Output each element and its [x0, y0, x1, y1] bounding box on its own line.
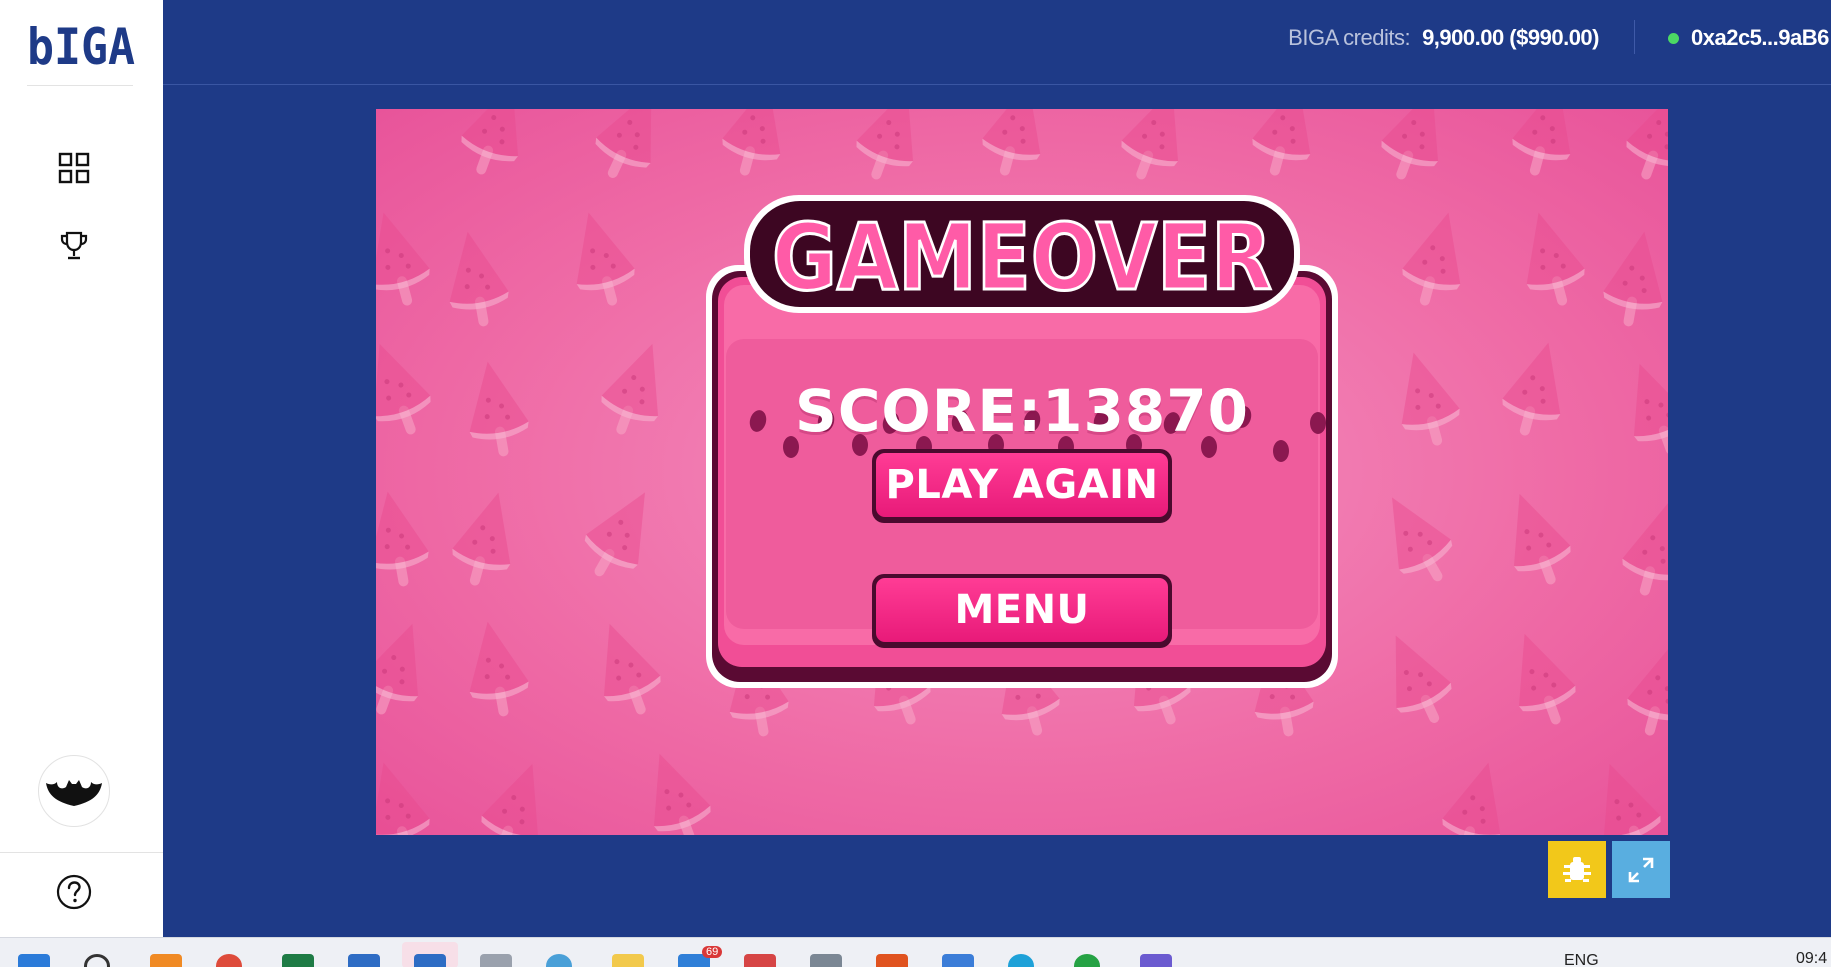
browser-icon[interactable]	[216, 954, 242, 967]
globe-icon[interactable]	[546, 954, 572, 967]
report-bug-button[interactable]	[1548, 841, 1606, 898]
os-taskbar: 69 ENG 09:4	[0, 937, 1831, 967]
fullscreen-button[interactable]	[1612, 841, 1670, 898]
play-again-button[interactable]: PLAY AGAIN	[872, 449, 1172, 523]
menu-label: MENU	[954, 587, 1090, 633]
bat-avatar-icon	[46, 780, 102, 806]
calendar-icon[interactable]	[744, 954, 776, 967]
outlook-icon[interactable]	[414, 954, 446, 967]
mail-badge: 69	[702, 946, 723, 958]
wallet-address: 0xa2c5...9aB6	[1691, 25, 1829, 50]
sidebar-item-leaderboard[interactable]	[56, 228, 92, 264]
app-icon[interactable]	[876, 954, 908, 967]
help-icon[interactable]	[56, 874, 92, 910]
calculator-icon[interactable]	[810, 954, 842, 967]
grid-icon	[58, 152, 90, 184]
online-status-dot	[1668, 32, 1679, 44]
play-again-label: PLAY AGAIN	[885, 462, 1159, 508]
expand-icon	[1628, 857, 1654, 882]
header-divider	[1634, 20, 1635, 54]
svg-text:bIGA: bIGA	[27, 24, 135, 68]
gameover-title: GAMEOVER	[772, 204, 1272, 311]
sidebar-item-games[interactable]	[56, 150, 92, 186]
excel-icon[interactable]	[282, 954, 314, 967]
credits-display: BIGA credits: 9,900.00 ($990.00)	[1288, 24, 1599, 52]
clock[interactable]: 09:4	[1796, 950, 1827, 967]
teams-icon[interactable]	[1140, 954, 1172, 967]
wallet-button[interactable]: 0xa2c5...9aB6	[1668, 24, 1829, 52]
help-divider	[0, 852, 163, 853]
bug-icon	[1563, 856, 1591, 882]
notes-icon[interactable]	[942, 954, 974, 967]
biga-logo[interactable]: bIGA	[27, 24, 135, 68]
folder-icon[interactable]	[612, 954, 644, 967]
word-icon[interactable]	[348, 954, 380, 967]
sidebar: bIGA	[0, 0, 163, 937]
avatar[interactable]	[38, 755, 110, 827]
menu-button[interactable]: MENU	[872, 574, 1172, 648]
trophy-icon	[60, 231, 88, 260]
notepad-icon[interactable]	[480, 954, 512, 967]
language-indicator[interactable]: ENG	[1564, 952, 1599, 967]
menu-face: MENU	[876, 578, 1168, 642]
play-again-face: PLAY AGAIN	[876, 453, 1168, 517]
credits-value: 9,900.00 ($990.00)	[1422, 25, 1599, 50]
search-icon[interactable]	[84, 954, 110, 967]
edge-icon[interactable]	[1008, 954, 1034, 967]
windows-start-icon[interactable]	[18, 954, 50, 967]
credits-label: BIGA credits:	[1288, 25, 1411, 50]
whatsapp-icon[interactable]	[1074, 954, 1100, 967]
taskbar-app-icon[interactable]	[150, 954, 182, 967]
score-text: SCORE:13870	[795, 377, 1249, 445]
game-canvas[interactable]: GAMEOVER SCORE:13870 PLAY AGAIN MENU	[376, 109, 1668, 835]
logo-divider	[27, 85, 133, 86]
